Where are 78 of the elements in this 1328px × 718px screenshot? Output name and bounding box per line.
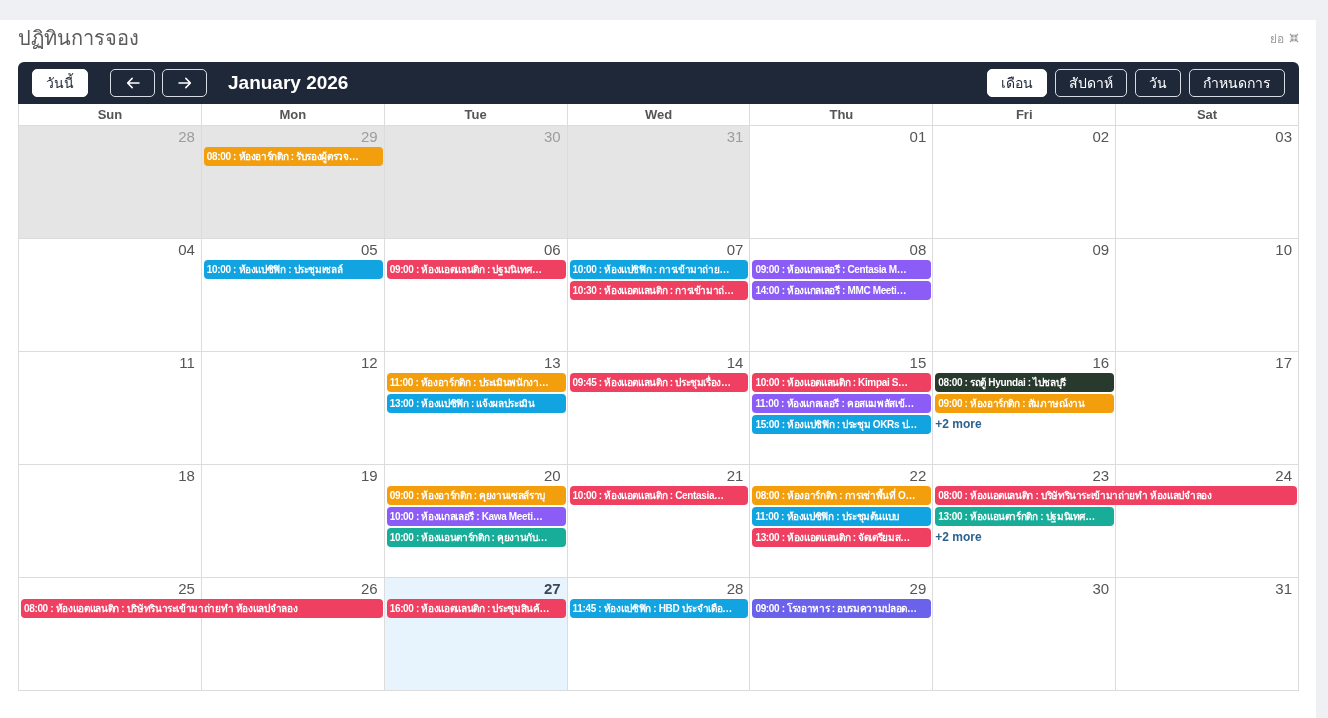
calendar-event[interactable]: 13:00 : ห้องแปซิฟิก : แจ้งผลประเมิน	[386, 394, 566, 413]
previous-button[interactable]	[110, 69, 155, 97]
day-number: 04	[178, 241, 195, 259]
day-number: 20	[543, 467, 561, 485]
day-number: 18	[178, 467, 195, 485]
day-number: 26	[361, 580, 378, 598]
day-number: 28	[178, 128, 195, 146]
calendar-event[interactable]: 10:30 : ห้องแอตแลนติก : การเข้ามาถ่…	[569, 281, 749, 300]
calendar-event[interactable]: 09:45 : ห้องแอตแลนติก : ประชุมเรื่อง…	[569, 373, 749, 392]
day-number: 03	[1275, 128, 1292, 146]
day-number: 14	[726, 354, 744, 372]
day-number: 30	[1092, 580, 1110, 598]
day-number: 08	[909, 241, 927, 259]
page-title: ปฏิทินการจอง	[18, 26, 139, 51]
day-number: 17	[1275, 354, 1292, 372]
collapse-link[interactable]: ย่อ	[1270, 28, 1299, 48]
calendar-event[interactable]: 10:00 : ห้องแปซิฟิก : การเข้ามาถ่าย…	[569, 260, 749, 279]
calendar-event[interactable]: 14:00 : ห้องแกลเลอรี : MMC Meeti…	[752, 281, 932, 300]
calendar-event[interactable]: 11:45 : ห้องแปซิฟิก : HBD ประจำเดือ…	[569, 599, 749, 618]
day-number: 29	[361, 128, 378, 146]
day-number: 15	[909, 354, 927, 372]
next-button[interactable]	[162, 69, 207, 97]
day-number: 31	[726, 128, 744, 146]
day-number: 06	[543, 241, 561, 259]
calendar-event[interactable]: 11:00 : ห้องแปซิฟิก : ประชุมต้นแบบ	[752, 507, 932, 526]
calendar-event[interactable]: 08:00 : ห้องแอตแลนติก : บริษัทรินาระเข้ามาถ่ายทำ ห้องแลปจำลอง	[21, 599, 383, 618]
view-tab[interactable]: เดือน	[987, 69, 1047, 97]
day-number: 23	[1092, 467, 1110, 485]
day-number: 27	[543, 580, 561, 598]
day-number: 05	[361, 241, 378, 259]
calendar-event[interactable]: 10:00 : ห้องแอนตาร์กติก : คุยงานกับ…	[386, 528, 566, 547]
day-number: 29	[909, 580, 927, 598]
more-events-link[interactable]: +2 more	[935, 416, 982, 432]
day-number: 24	[1275, 467, 1292, 485]
calendar-event[interactable]: 08:00 : ห้องอาร์กติก : รับรองผู้ตรวจ…	[203, 147, 383, 166]
day-number: 31	[1275, 580, 1292, 598]
day-number: 09	[1092, 241, 1110, 259]
day-number: 02	[1092, 128, 1110, 146]
view-tab[interactable]: วัน	[1135, 69, 1181, 97]
day-number: 10	[1275, 241, 1292, 259]
calendar-event[interactable]: 16:00 : ห้องแอตแลนติก : ประชุมสินค้…	[386, 599, 566, 618]
calendar-event[interactable]: 11:00 : ห้องแกลเลอรี : คอสแมพลัสเข้…	[752, 394, 932, 413]
compress-icon	[1289, 33, 1299, 43]
left-arrow-icon	[125, 77, 140, 89]
day-number: 21	[726, 467, 744, 485]
day-number: 13	[543, 354, 561, 372]
day-number: 07	[726, 241, 744, 259]
calendar-event[interactable]: 09:00 : ห้องแอตแลนติก : ปฐมนิเทศ…	[386, 260, 566, 279]
calendar-event[interactable]: 10:00 : ห้องแปซิฟิก : ประชุมเซลล์	[203, 260, 383, 279]
month-title: January 2026	[228, 72, 349, 94]
day-number: 01	[909, 128, 927, 146]
calendar-event[interactable]: 10:00 : ห้องแกลเลอรี : Kawa Meeti…	[386, 507, 566, 526]
calendar-event[interactable]: 10:00 : ห้องแอตแลนติก : Kimpai S…	[752, 373, 932, 392]
calendar-event[interactable]: 10:00 : ห้องแอตแลนติก : Centasia…	[569, 486, 749, 505]
view-tab[interactable]: สัปดาห์	[1055, 69, 1127, 97]
today-button[interactable]: วันนี้	[32, 69, 88, 97]
calendar-event[interactable]: 08:00 : รถตู้ Hyundai : ไปชลบุรี	[935, 373, 1115, 392]
day-number: 12	[361, 354, 378, 372]
calendar-event[interactable]: 08:00 : ห้องแอตแลนติก : บริษัทรินาระเข้ามาถ่ายทำ ห้องแลปจำลอง	[935, 486, 1297, 505]
day-number: 16	[1092, 354, 1110, 372]
day-number: 22	[909, 467, 927, 485]
calendar-event[interactable]: 09:00 : ห้องแกลเลอรี : Centasia M…	[752, 260, 932, 279]
day-number: 25	[178, 580, 195, 598]
calendar-event[interactable]: 15:00 : ห้องแปซิฟิก : ประชุม OKRs ป…	[752, 415, 932, 434]
calendar-event[interactable]: 08:00 : ห้องอาร์กติก : การเช่าพื้นที่ O…	[752, 486, 932, 505]
calendar-event[interactable]: 13:00 : ห้องแอนตาร์กติก : ปฐมนิเทศ…	[935, 507, 1115, 526]
calendar-event[interactable]: 11:00 : ห้องอาร์กติก : ประเมินพนักงา…	[386, 373, 566, 392]
day-number: 19	[361, 467, 378, 485]
calendar-event[interactable]: 09:00 : ห้องอาร์กติก : สัมภาษณ์งาน	[935, 394, 1115, 413]
calendar-event[interactable]: 09:00 : โรงอาหาร : อบรมความปลอด…	[752, 599, 932, 618]
calendar-event[interactable]: 13:00 : ห้องแอตแลนติก : จัดเตรียมส…	[752, 528, 932, 547]
day-number: 28	[726, 580, 744, 598]
day-number: 30	[543, 128, 561, 146]
day-number: 11	[179, 354, 195, 372]
view-tab[interactable]: กำหนดการ	[1189, 69, 1285, 97]
calendar-event[interactable]: 09:00 : ห้องอาร์กติก : คุยงานเซลส์ราบุ	[386, 486, 566, 505]
more-events-link[interactable]: +2 more	[935, 529, 982, 545]
right-arrow-icon	[177, 77, 192, 89]
